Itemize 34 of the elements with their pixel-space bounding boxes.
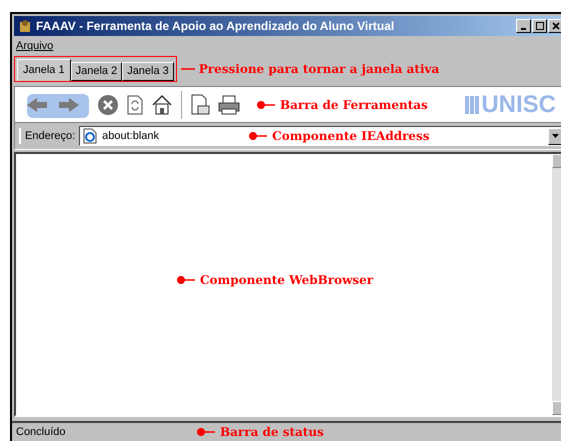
refresh-icon xyxy=(127,94,143,114)
leader-line xyxy=(180,67,195,71)
page-icon xyxy=(82,128,98,144)
minimize-button[interactable] xyxy=(516,19,531,33)
close-icon xyxy=(552,22,560,30)
maximize-button[interactable] xyxy=(532,19,547,33)
maximize-icon xyxy=(536,22,544,30)
pointer-icon xyxy=(256,100,276,110)
app-icon xyxy=(18,19,32,33)
printer-icon xyxy=(218,94,240,114)
home-icon xyxy=(151,94,173,116)
logo-icon xyxy=(465,96,480,114)
close-button[interactable] xyxy=(548,19,561,33)
pointer-icon xyxy=(176,274,196,284)
window-title: FAAAV - Ferramenta de Apoio ao Aprendizado do Aluno Virtual xyxy=(36,18,394,35)
annotation-label: Barra de Ferramentas xyxy=(280,96,428,114)
menu-item[interactable]: Arquivo xyxy=(16,38,54,54)
logo-text: UNISC xyxy=(481,92,556,116)
pointer-icon xyxy=(248,131,268,141)
caret-icon xyxy=(552,134,559,138)
annotation-label: Pressione para tornar a janela ativa xyxy=(198,61,440,78)
annotation-label: Componente IEAddress xyxy=(272,128,430,145)
tab[interactable]: Janela 2 xyxy=(70,62,122,81)
stop-icon xyxy=(97,94,119,116)
dropdown-button[interactable] xyxy=(548,128,561,144)
tab[interactable]: Janela 3 xyxy=(122,62,174,81)
status-text: Concluído xyxy=(16,424,67,440)
address-value: about:blank xyxy=(102,128,160,144)
tab[interactable]: Janela 1 xyxy=(17,59,71,81)
address-label: Endereço: xyxy=(19,128,76,144)
address-field[interactable]: about:blank Componente IEAddress xyxy=(79,126,561,146)
annotation-label: Componente WebBrowser xyxy=(200,272,374,288)
pointer-icon xyxy=(196,427,216,437)
annotation-label: Barra de status xyxy=(220,424,324,441)
